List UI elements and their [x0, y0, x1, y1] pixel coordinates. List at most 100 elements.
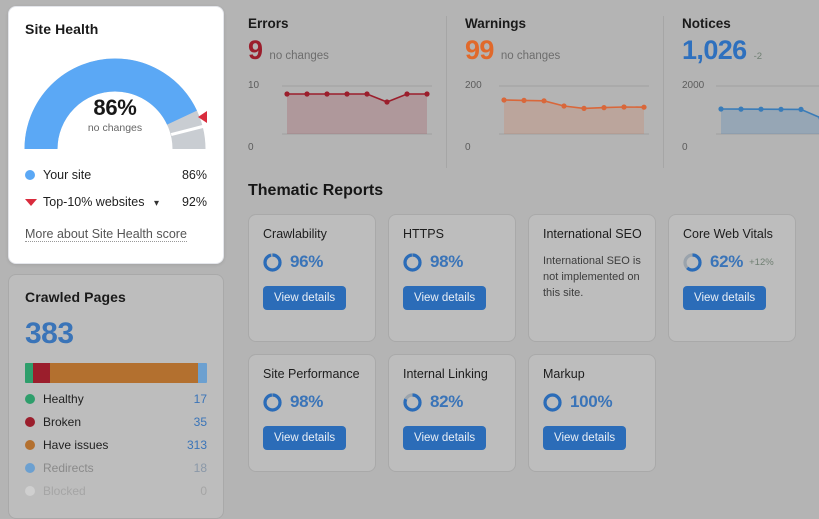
thematic-score-row: 96%: [263, 252, 363, 272]
progress-ring-icon: [263, 392, 282, 412]
thematic-card-title: International SEO: [543, 227, 642, 241]
crawled-legend-value: 18: [193, 461, 207, 475]
thematic-card-core-web-vitals[interactable]: Core Web Vitals 62% +12% View details: [668, 214, 796, 342]
crawled-legend-label: Redirects: [43, 461, 94, 475]
thematic-card-markup[interactable]: Markup 100% View details: [528, 354, 656, 472]
sparkline-axis-max: 2000: [682, 80, 705, 91]
stat-delta: no changes: [269, 50, 329, 62]
view-details-button[interactable]: View details: [543, 426, 627, 450]
progress-ring-icon: [403, 392, 422, 412]
view-details-button[interactable]: View details: [403, 286, 487, 310]
sparkline-axis-min: 0: [682, 142, 688, 153]
thematic-reports-title: Thematic Reports: [248, 182, 384, 199]
legend-dot-icon: [25, 417, 35, 427]
crawled-pages-stacked-bar: [25, 363, 207, 383]
crawled-legend-row[interactable]: Have issues 313: [25, 438, 207, 452]
thematic-card-title: Internal Linking: [403, 367, 488, 381]
crawled-legend-label: Healthy: [43, 392, 84, 406]
sparkline-axis-min: 0: [465, 142, 471, 153]
legend-dot-icon: [25, 486, 35, 496]
crawled-legend-value: 0: [200, 484, 207, 498]
crawled-legend-row[interactable]: Redirects 18: [25, 461, 207, 475]
sparkline-svg: [716, 85, 819, 135]
thematic-score: 98%: [430, 252, 464, 271]
progress-ring-icon: [403, 252, 422, 272]
stat-value-row: 99 no changes: [465, 35, 649, 66]
view-details-button[interactable]: View details: [683, 286, 767, 310]
site-health-card: Site Health 86% no changes Your site 86%: [8, 6, 224, 264]
thematic-reports-grid: Crawlability 96% View details HTTPS 98% View …: [248, 214, 810, 472]
thematic-score: 96%: [290, 252, 324, 271]
thematic-score: 82%: [430, 392, 464, 411]
crawled-legend-label: Broken: [43, 415, 82, 429]
legend-dot-icon: [25, 463, 35, 473]
progress-ring-icon: [263, 252, 282, 272]
crawled-legend-row[interactable]: Blocked 0: [25, 484, 207, 498]
legend-value-top10: 92%: [181, 195, 207, 209]
stat-delta: -2: [753, 51, 763, 62]
legend-row-your-site: Your site 86%: [25, 168, 207, 182]
thematic-card-note: International SEO is not implemented on …: [543, 255, 641, 299]
more-about-site-health-link[interactable]: More about Site Health score: [25, 227, 187, 242]
legend-label-your-site: Your site: [43, 168, 92, 182]
stat-number: 99: [465, 35, 494, 65]
thematic-score: 98%: [290, 392, 324, 411]
thematic-card-title: Crawlability: [263, 227, 327, 241]
thematic-score: 62%: [710, 252, 744, 271]
crawled-legend-value: 17: [193, 392, 207, 406]
site-health-change: no changes: [87, 122, 143, 134]
stacked-bar-segment: [49, 363, 199, 383]
thematic-card-title: Site Performance: [263, 367, 360, 381]
chevron-down-icon[interactable]: ▾: [154, 198, 159, 209]
stat-title: Warnings: [465, 16, 527, 31]
thematic-card-title: Core Web Vitals: [683, 227, 773, 241]
stat-title: Notices: [682, 16, 731, 31]
stat-title: Errors: [248, 16, 289, 31]
view-details-button[interactable]: View details: [403, 426, 487, 450]
stat-number: 9: [248, 35, 263, 65]
thematic-score: 100%: [570, 392, 613, 411]
thematic-score-row: 62% +12%: [683, 252, 783, 272]
legend-row-top10[interactable]: Top-10% websites ▾ 92%: [25, 195, 207, 209]
progress-ring-icon: [683, 252, 702, 272]
legend-triangle-icon: [25, 198, 37, 206]
crawled-legend-row[interactable]: Broken 35: [25, 415, 207, 429]
thematic-card-crawlability[interactable]: Crawlability 96% View details: [248, 214, 376, 342]
legend-value-your-site: 86%: [181, 168, 207, 182]
thematic-card-site-performance[interactable]: Site Performance 98% View details: [248, 354, 376, 472]
site-audit-overview-page: Site Health 86% no changes Your site 86%: [0, 0, 819, 519]
thematic-score-row: 98%: [403, 252, 503, 272]
legend-label-top10-text: Top-10% websites: [43, 195, 145, 209]
benchmark-marker-icon: [198, 111, 207, 123]
crawled-legend-value: 313: [186, 438, 207, 452]
thematic-score-delta: +12%: [749, 256, 774, 268]
legend-dot-icon: [25, 440, 35, 450]
stat-delta: no changes: [500, 50, 561, 62]
stat-sparkline: 200 0: [465, 78, 649, 153]
legend-dot-icon: [25, 170, 35, 180]
left-column: Site Health 86% no changes Your site 86%: [8, 6, 224, 519]
sparkline-svg: [282, 85, 432, 135]
thematic-card-https[interactable]: HTTPS 98% View details: [388, 214, 516, 342]
stacked-bar-segment: [25, 363, 34, 383]
issue-stats-row: Errors 9 no changes 10 0 Warnings 99 no changes…: [240, 0, 819, 168]
thematic-card-title: HTTPS: [403, 227, 444, 241]
view-details-button[interactable]: View details: [263, 426, 347, 450]
crawled-pages-card: Crawled Pages 383 Healthy 17 Broken 35 Have …: [8, 274, 224, 519]
stat-value-row: 9 no changes: [248, 35, 432, 66]
site-health-gauge: 86% no changes: [23, 51, 207, 155]
thematic-card-international-seo[interactable]: International SEO International SEO is no…: [528, 214, 656, 342]
crawled-legend-row[interactable]: Healthy 17: [25, 392, 207, 406]
stat-sparkline: 10 0: [248, 78, 432, 153]
crawled-legend-label: Have issues: [43, 438, 109, 452]
site-health-title: Site Health: [25, 21, 99, 37]
thematic-card-internal-linking[interactable]: Internal Linking 82% View details: [388, 354, 516, 472]
stat-sparkline: 2000 0: [682, 78, 819, 153]
stacked-bar-segment: [33, 363, 50, 383]
crawled-pages-title: Crawled Pages: [25, 289, 126, 305]
legend-dot-icon: [25, 394, 35, 404]
crawled-pages-legend: Healthy 17 Broken 35 Have issues 313 Redirects…: [25, 392, 207, 498]
view-details-button[interactable]: View details: [263, 286, 347, 310]
thematic-score-row: 100%: [543, 392, 643, 412]
crawled-legend-label: Blocked: [43, 484, 86, 498]
